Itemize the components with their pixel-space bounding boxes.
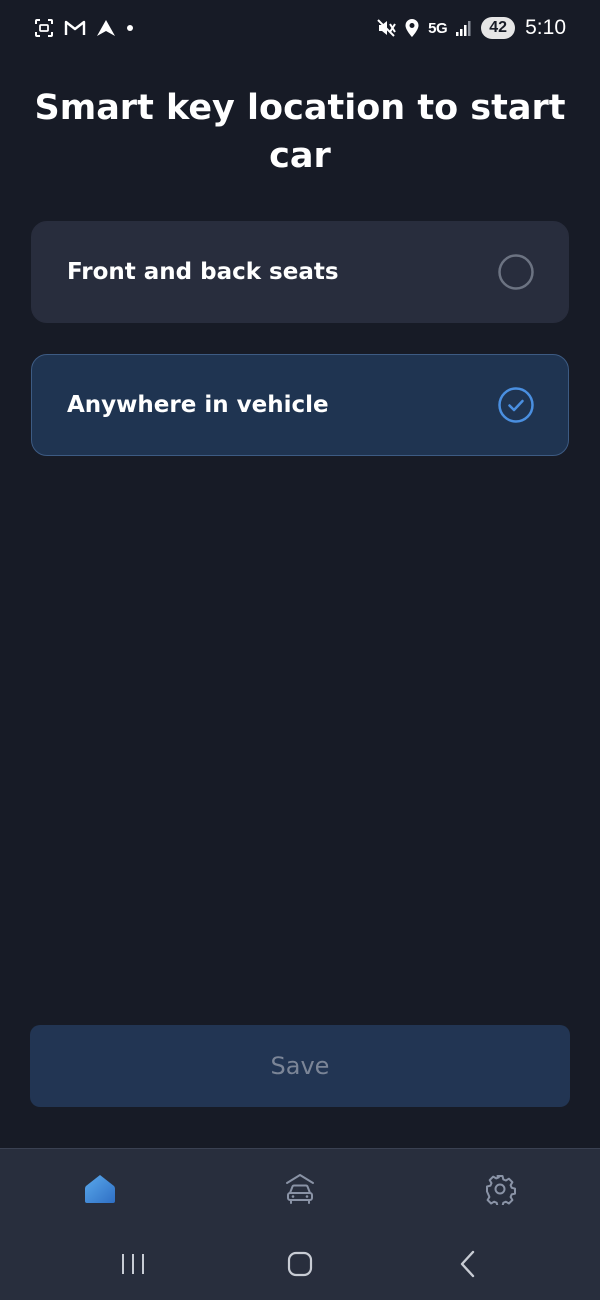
home-button-icon <box>287 1251 313 1281</box>
option-anywhere-in-vehicle[interactable]: Anywhere in vehicle <box>31 354 569 456</box>
screenshot-icon <box>34 18 54 38</box>
android-auto-icon <box>96 19 116 37</box>
bottom-nav <box>0 1148 600 1234</box>
status-right: 5G 42 5:10 <box>376 16 566 40</box>
nav-vehicle[interactable] <box>280 1171 320 1211</box>
signal-icon <box>455 19 473 37</box>
location-icon <box>404 18 420 38</box>
screen: 5G 42 5:10 Smart key location to start c… <box>0 0 600 1300</box>
car-garage-icon <box>282 1171 318 1211</box>
status-bar: 5G 42 5:10 <box>0 0 600 56</box>
status-time: 5:10 <box>525 16 566 39</box>
back-icon <box>458 1250 478 1282</box>
page-title: Smart key location to start car <box>34 88 566 176</box>
home-icon <box>83 1173 117 1209</box>
back-button[interactable] <box>448 1248 488 1284</box>
nav-settings[interactable] <box>480 1171 520 1211</box>
gmail-icon <box>64 19 86 37</box>
recents-icon <box>120 1252 146 1280</box>
battery-level: 42 <box>481 17 516 39</box>
radio-unselected-icon[interactable] <box>498 254 534 290</box>
network-label: 5G <box>428 19 448 37</box>
notification-dot <box>126 24 134 32</box>
system-nav-bar <box>0 1234 600 1300</box>
gear-icon <box>484 1173 516 1209</box>
status-left <box>34 18 134 38</box>
option-label: Anywhere in vehicle <box>67 392 329 418</box>
recents-button[interactable] <box>113 1248 153 1284</box>
nav-home[interactable] <box>80 1171 120 1211</box>
option-label: Front and back seats <box>67 259 339 285</box>
mute-icon <box>376 18 396 38</box>
option-front-and-back-seats[interactable]: Front and back seats <box>31 221 569 323</box>
system-home-button[interactable] <box>280 1248 320 1284</box>
radio-selected-check-icon[interactable] <box>498 387 534 423</box>
save-button[interactable]: Save <box>30 1025 570 1107</box>
